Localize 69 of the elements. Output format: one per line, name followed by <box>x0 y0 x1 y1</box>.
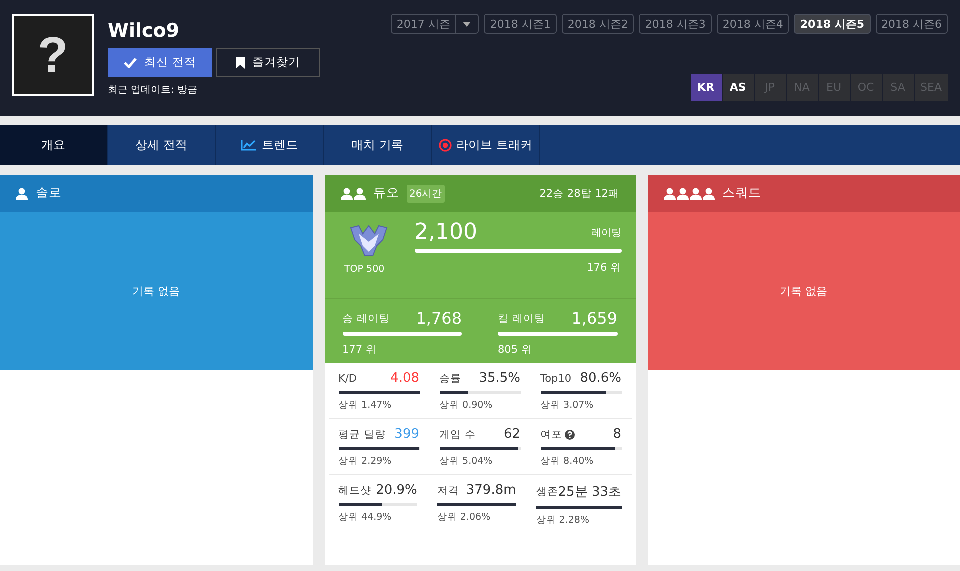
rating-value: 1,768 <box>416 309 462 328</box>
stat-value: 80.6% <box>580 371 622 386</box>
record-icon <box>438 138 452 152</box>
region-tab[interactable]: AS <box>722 74 754 101</box>
card-title: 듀오 <box>374 185 400 202</box>
people-icon <box>664 188 716 200</box>
rating-value: 2,100 <box>414 220 478 245</box>
line-chart-icon <box>241 139 257 151</box>
refresh-button[interactable]: 최신 전적 <box>108 48 212 77</box>
percentile-text: 상위 5.04% <box>440 455 494 468</box>
stat-value: 8 <box>613 427 622 442</box>
help-icon[interactable] <box>564 430 574 440</box>
caret-icon <box>463 22 472 26</box>
stat-value: 4.08 <box>390 371 420 386</box>
empty-text: 기록 없음 <box>780 284 828 298</box>
stat-label: 승률 <box>440 372 462 386</box>
season-tab[interactable]: 2018 시즌4 <box>716 14 790 34</box>
stat-value: 379.8m <box>466 483 516 498</box>
rating-label: 승 레이팅 <box>342 312 390 326</box>
stat-value: 62 <box>504 427 520 442</box>
stat-value: 399 <box>394 427 420 442</box>
question-mark: ? <box>38 26 68 84</box>
season-tab[interactable]: 2018 시즌6 <box>876 14 948 34</box>
card-title: 솔로 <box>36 185 62 202</box>
percentile-text: 상위 2.06% <box>437 511 492 524</box>
rating-value: 1,659 <box>572 309 618 328</box>
percentile-text: 상위 44.9% <box>338 511 393 524</box>
season-tab[interactable]: 2018 시즌1 <box>484 14 557 34</box>
stat-label: K/D <box>338 372 358 384</box>
rating-label: 킬 레이팅 <box>498 312 546 326</box>
stat-value: 20.9% <box>376 483 418 498</box>
percentile-text: 상위 2.29% <box>338 455 393 468</box>
percentile-text: 상위 8.40% <box>540 455 595 468</box>
season-tab[interactable]: 2018 시즌2 <box>562 14 634 34</box>
player-name: Wilco9 <box>108 19 181 44</box>
favorite-button[interactable]: 즐겨찾기 <box>216 48 320 77</box>
rank-text: 176 위 <box>587 261 622 275</box>
rank-emblem-icon <box>348 224 388 258</box>
rating-label: 레이팅 <box>592 226 622 240</box>
stat-label: 여포 <box>540 428 562 442</box>
tier-label: TOP 500 <box>344 264 385 275</box>
play-time-badge: 26시간 <box>406 184 446 202</box>
last-update-text: 최근 업데이트: 방금 <box>108 84 199 97</box>
region-tab[interactable]: KR <box>690 74 722 101</box>
check-icon <box>124 58 137 68</box>
empty-text: 기록 없음 <box>132 284 180 298</box>
season-tab[interactable]: 2018 시즌3 <box>639 14 712 34</box>
stat-label: 게임 수 <box>440 428 476 442</box>
record-text: 22승 28탑 12패 <box>540 186 620 200</box>
stat-value: 35.5% <box>479 371 520 386</box>
stat-label: 헤드샷 <box>338 484 372 498</box>
season-dropdown[interactable]: 2017 시즌 <box>390 14 480 34</box>
rank-text: 805 위 <box>498 343 534 357</box>
people-icon <box>340 188 366 200</box>
card-title: 스쿼드 <box>722 185 762 202</box>
percentile-text: 상위 3.07% <box>540 399 595 412</box>
season-tab[interactable]: 2018 시즌5 <box>794 14 870 34</box>
stat-label: 평균 딜량 <box>338 428 386 442</box>
bookmark-icon <box>236 56 244 68</box>
percentile-text: 상위 2.28% <box>536 514 590 527</box>
stat-label: 저격 <box>437 484 460 498</box>
nav-tab[interactable]: 개요 <box>0 125 108 165</box>
stat-label: 생존 <box>536 485 558 499</box>
percentile-text: 상위 1.47% <box>338 399 393 412</box>
percentile-text: 상위 0.90% <box>440 399 494 412</box>
stat-label: Top10 <box>540 372 572 384</box>
person-icon <box>16 188 29 200</box>
stat-value: 25분 33초 <box>558 484 622 501</box>
rank-text: 177 위 <box>342 343 378 357</box>
